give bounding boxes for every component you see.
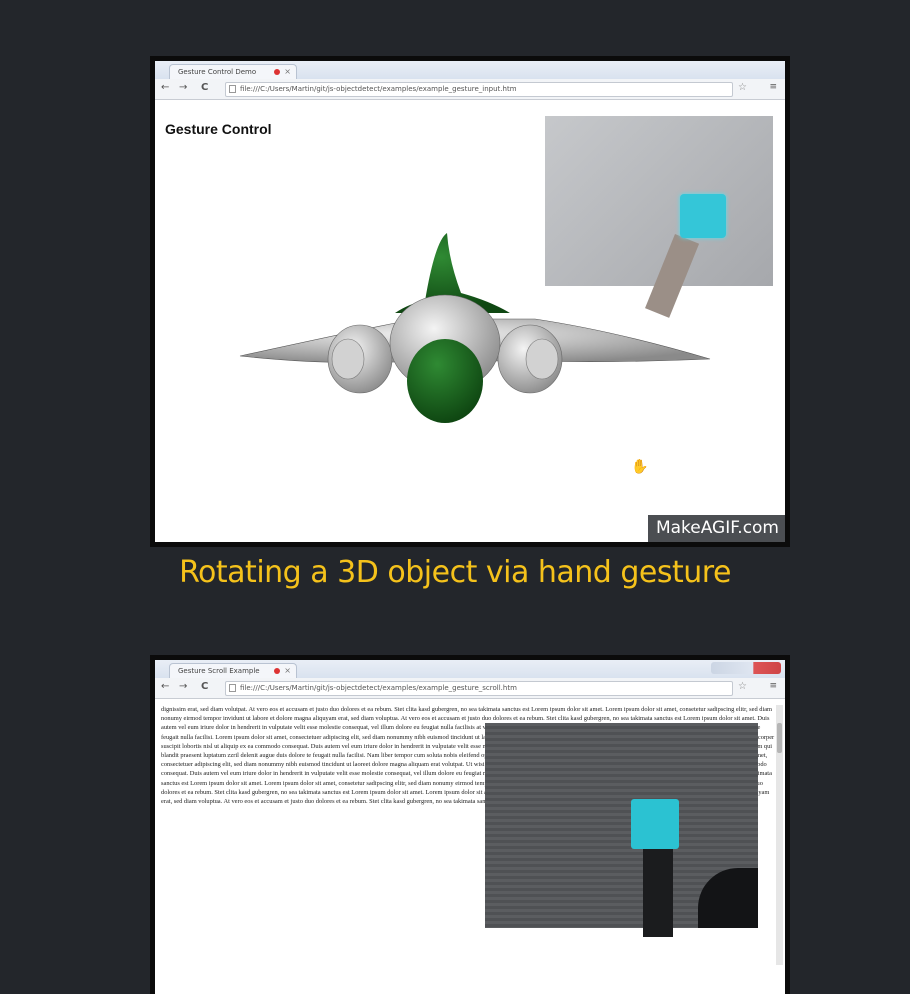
- background-object: [698, 868, 758, 928]
- page-title: Gesture Control: [165, 121, 272, 137]
- browser-tab[interactable]: Gesture Scroll Example ×: [169, 663, 297, 678]
- demo-gif-rotate: Gesture Control Demo × ← → C file:///C:/…: [150, 56, 790, 547]
- browser-window: Gesture Control Demo × ← → C file:///C:/…: [155, 61, 785, 542]
- browser-window: Gesture Scroll Example × ← → C file:///C…: [155, 660, 785, 994]
- reload-icon[interactable]: C: [201, 82, 208, 93]
- address-bar[interactable]: file:///C:/Users/Martin/git/js-objectdet…: [225, 82, 733, 97]
- menu-icon[interactable]: ≡: [769, 82, 777, 92]
- hand-arm: [643, 847, 673, 937]
- page-icon: [229, 684, 236, 692]
- menu-icon[interactable]: ≡: [769, 681, 777, 691]
- tab-title: Gesture Scroll Example: [178, 667, 260, 675]
- window-controls[interactable]: [711, 662, 781, 674]
- reload-icon[interactable]: C: [201, 681, 208, 692]
- tab-close-icon[interactable]: ×: [284, 664, 291, 678]
- back-icon[interactable]: ←: [161, 681, 169, 692]
- recording-indicator-icon: [274, 668, 280, 674]
- tab-close-icon[interactable]: ×: [284, 65, 291, 79]
- watermark: MakeAGIF.com: [647, 515, 785, 542]
- recording-indicator-icon: [274, 69, 280, 75]
- address-text: file:///C:/Users/Martin/git/js-objectdet…: [240, 85, 517, 93]
- vertical-scrollbar[interactable]: [776, 705, 783, 965]
- scrollbar-thumb[interactable]: [777, 723, 782, 753]
- address-text: file:///C:/Users/Martin/git/js-objectdet…: [240, 684, 517, 692]
- hand-cursor-icon: ✋: [631, 459, 649, 475]
- tab-bar: Gesture Scroll Example ×: [155, 660, 785, 678]
- demo-gif-scroll: Gesture Scroll Example × ← → C file:///C…: [150, 655, 790, 994]
- bookmark-star-icon[interactable]: ☆: [738, 82, 747, 93]
- tab-bar: Gesture Control Demo ×: [155, 61, 785, 79]
- address-bar[interactable]: file:///C:/Users/Martin/git/js-objectdet…: [225, 681, 733, 696]
- browser-tab[interactable]: Gesture Control Demo ×: [169, 64, 297, 79]
- forward-icon[interactable]: →: [179, 82, 187, 93]
- address-toolbar: ← → C file:///C:/Users/Martin/git/js-obj…: [155, 678, 785, 699]
- caption-rotate: Rotating a 3D object via hand gesture: [179, 555, 731, 590]
- 3d-jet-model: [239, 233, 711, 423]
- address-toolbar: ← → C file:///C:/Users/Martin/git/js-obj…: [155, 79, 785, 100]
- back-icon[interactable]: ←: [161, 82, 169, 93]
- page-icon: [229, 85, 236, 93]
- forward-icon[interactable]: →: [179, 681, 187, 692]
- tracked-marker: [631, 799, 679, 849]
- tab-title: Gesture Control Demo: [178, 68, 257, 76]
- bookmark-star-icon[interactable]: ☆: [738, 681, 747, 692]
- webcam-feed: [485, 723, 758, 937]
